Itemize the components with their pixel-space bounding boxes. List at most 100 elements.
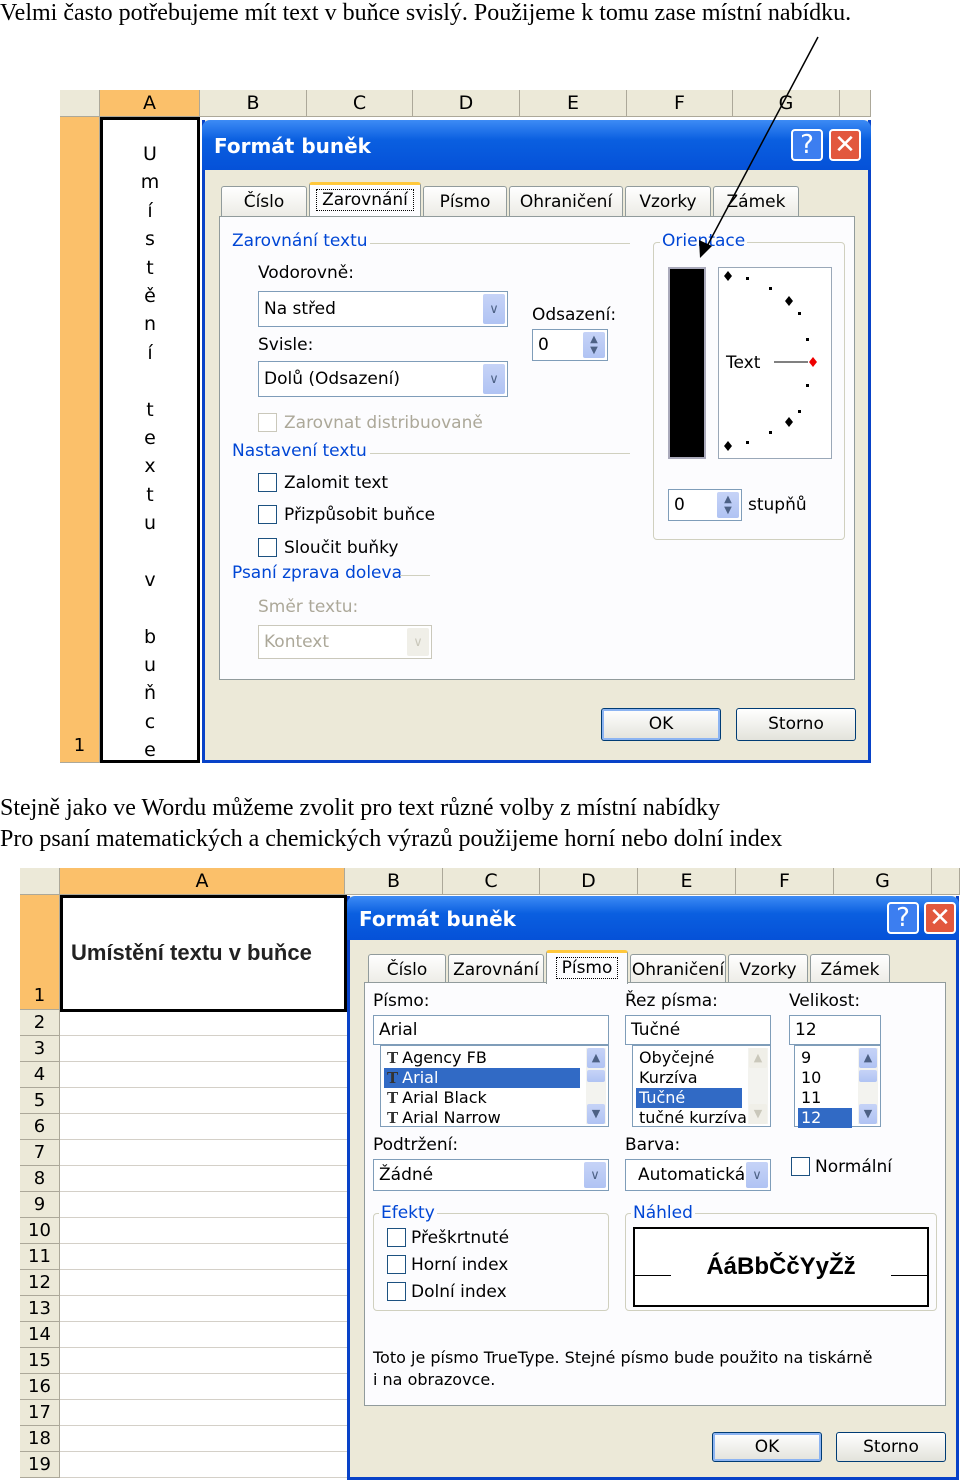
close-button[interactable]: ✕ — [924, 902, 956, 934]
vertical-text-toggle[interactable] — [668, 267, 706, 459]
chevron-down-icon[interactable]: ∨ — [483, 294, 505, 324]
tab-2[interactable]: Písmo — [546, 950, 628, 984]
row-header-12[interactable]: 12 — [20, 1270, 60, 1296]
close-button[interactable]: ✕ — [829, 129, 861, 161]
row-header-2[interactable]: 2 — [20, 1010, 60, 1036]
scrollbar[interactable]: ▲ ▼ — [748, 1048, 768, 1124]
help-button[interactable]: ? — [791, 129, 823, 161]
row-header-15[interactable]: 15 — [20, 1348, 60, 1374]
ok-button[interactable]: OK — [601, 708, 721, 741]
column-header-h[interactable] — [840, 90, 871, 117]
scrollbar[interactable]: ▲ ▼ — [586, 1048, 606, 1124]
superscript-checkbox[interactable] — [387, 1255, 406, 1274]
row-header-1[interactable]: 1 — [20, 895, 60, 1010]
spinner-arrows-icon[interactable]: ▲ ▼ — [717, 492, 739, 518]
list-item[interactable]: T Arial Narrow — [384, 1108, 580, 1128]
tab-0[interactable]: Číslo — [368, 954, 446, 984]
indent-spinner[interactable]: 0 ▲ ▼ — [532, 329, 608, 361]
row-header-19[interactable]: 19 — [20, 1452, 60, 1478]
list-item[interactable]: T Arial — [384, 1068, 580, 1088]
row-header-16[interactable]: 16 — [20, 1374, 60, 1400]
tab-5[interactable]: Zámek — [713, 186, 799, 216]
row-header-1[interactable]: 1 — [60, 117, 100, 763]
row-header-10[interactable]: 10 — [20, 1218, 60, 1244]
chevron-down-icon[interactable]: ∨ — [407, 628, 429, 656]
ok-button[interactable]: OK — [712, 1432, 822, 1462]
row-header-7[interactable]: 7 — [20, 1140, 60, 1166]
column-header-c[interactable]: C — [443, 868, 540, 895]
chevron-down-icon[interactable]: ∨ — [483, 364, 505, 394]
row-header-9[interactable]: 9 — [20, 1192, 60, 1218]
cancel-button[interactable]: Storno — [836, 1432, 946, 1462]
style-list[interactable]: Obyčejné Kurzíva Tučné tučné kurzíva ▲ ▼ — [632, 1045, 771, 1127]
row-header-5[interactable]: 5 — [20, 1088, 60, 1114]
column-header-b[interactable]: B — [345, 868, 443, 895]
font-input[interactable]: Arial — [373, 1015, 609, 1045]
help-button[interactable]: ? — [887, 902, 919, 934]
chevron-down-icon[interactable]: ∨ — [746, 1162, 768, 1188]
direction-select[interactable]: Kontext ∨ — [258, 625, 432, 659]
column-header-g[interactable]: G — [733, 90, 840, 117]
list-item[interactable]: tučné kurzíva — [636, 1108, 747, 1128]
column-header-c[interactable]: C — [307, 90, 413, 117]
scroll-down-icon[interactable]: ▼ — [859, 1104, 877, 1124]
row-header-11[interactable]: 11 — [20, 1244, 60, 1270]
tab-0[interactable]: Číslo — [221, 186, 307, 216]
corner-header[interactable] — [20, 868, 60, 895]
column-header-e[interactable]: E — [520, 90, 627, 117]
shrink-to-fit-checkbox[interactable] — [258, 505, 277, 524]
subscript-checkbox[interactable] — [387, 1282, 406, 1301]
size-input[interactable]: 12 — [789, 1015, 881, 1045]
list-item[interactable]: T Agency FB — [384, 1048, 580, 1068]
row-header-6[interactable]: 6 — [20, 1114, 60, 1140]
list-item[interactable]: Tučné — [636, 1088, 742, 1108]
style-input[interactable]: Tučné — [625, 1015, 771, 1045]
column-header-h[interactable] — [932, 868, 960, 895]
strikethrough-checkbox[interactable] — [387, 1228, 406, 1247]
wrap-text-checkbox[interactable] — [258, 473, 277, 492]
row-header-3[interactable]: 3 — [20, 1036, 60, 1062]
list-item[interactable]: 10 — [798, 1068, 852, 1088]
scroll-thumb[interactable] — [859, 1070, 877, 1082]
scroll-up-icon[interactable]: ▲ — [749, 1048, 767, 1068]
cancel-button[interactable]: Storno — [736, 708, 856, 741]
scroll-down-icon[interactable]: ▼ — [749, 1104, 767, 1124]
row-header-8[interactable]: 8 — [20, 1166, 60, 1192]
merge-cells-checkbox[interactable] — [258, 538, 277, 557]
color-select[interactable]: Automatická ∨ — [625, 1159, 771, 1191]
tab-4[interactable]: Vzorky — [728, 954, 808, 984]
column-header-f[interactable]: F — [627, 90, 733, 117]
list-item[interactable]: 12 — [798, 1108, 852, 1128]
list-item[interactable]: Kurzíva — [636, 1068, 742, 1088]
row-header-13[interactable]: 13 — [20, 1296, 60, 1322]
list-item[interactable]: 9 — [798, 1048, 852, 1068]
row-header-14[interactable]: 14 — [20, 1322, 60, 1348]
corner-header[interactable] — [60, 90, 100, 117]
tab-5[interactable]: Zámek — [810, 954, 890, 984]
size-list[interactable]: 9 10 11 12 ▲ ▼ — [794, 1045, 881, 1128]
chevron-down-icon[interactable]: ∨ — [584, 1162, 606, 1188]
scroll-thumb[interactable] — [587, 1070, 605, 1082]
row-header-18[interactable]: 18 — [20, 1426, 60, 1452]
list-item[interactable]: Obyčejné — [636, 1048, 742, 1068]
degrees-spinner[interactable]: 0 ▲ ▼ — [668, 489, 742, 521]
tab-2[interactable]: Písmo — [423, 186, 507, 216]
column-header-g[interactable]: G — [834, 868, 932, 895]
column-header-d[interactable]: D — [413, 90, 520, 117]
spinner-arrows-icon[interactable]: ▲ ▼ — [583, 332, 605, 358]
orientation-dial[interactable]: Text — [718, 267, 832, 459]
normal-checkbox[interactable] — [791, 1157, 810, 1176]
column-header-f[interactable]: F — [736, 868, 834, 895]
tab-1[interactable]: Zarovnání — [309, 182, 421, 216]
column-header-d[interactable]: D — [540, 868, 638, 895]
column-header-a[interactable]: A — [60, 868, 345, 895]
cell-a1[interactable]: Umístěnítextuvbuňce — [100, 117, 200, 763]
distributed-checkbox[interactable] — [258, 413, 277, 432]
tab-4[interactable]: Vzorky — [625, 186, 711, 216]
underline-select[interactable]: Žádné ∨ — [373, 1159, 609, 1191]
column-header-e[interactable]: E — [638, 868, 736, 895]
scroll-up-icon[interactable]: ▲ — [587, 1048, 605, 1068]
scrollbar[interactable]: ▲ ▼ — [858, 1048, 878, 1124]
tab-3[interactable]: Ohraničení — [630, 954, 726, 984]
tab-1[interactable]: Zarovnání — [448, 954, 544, 984]
